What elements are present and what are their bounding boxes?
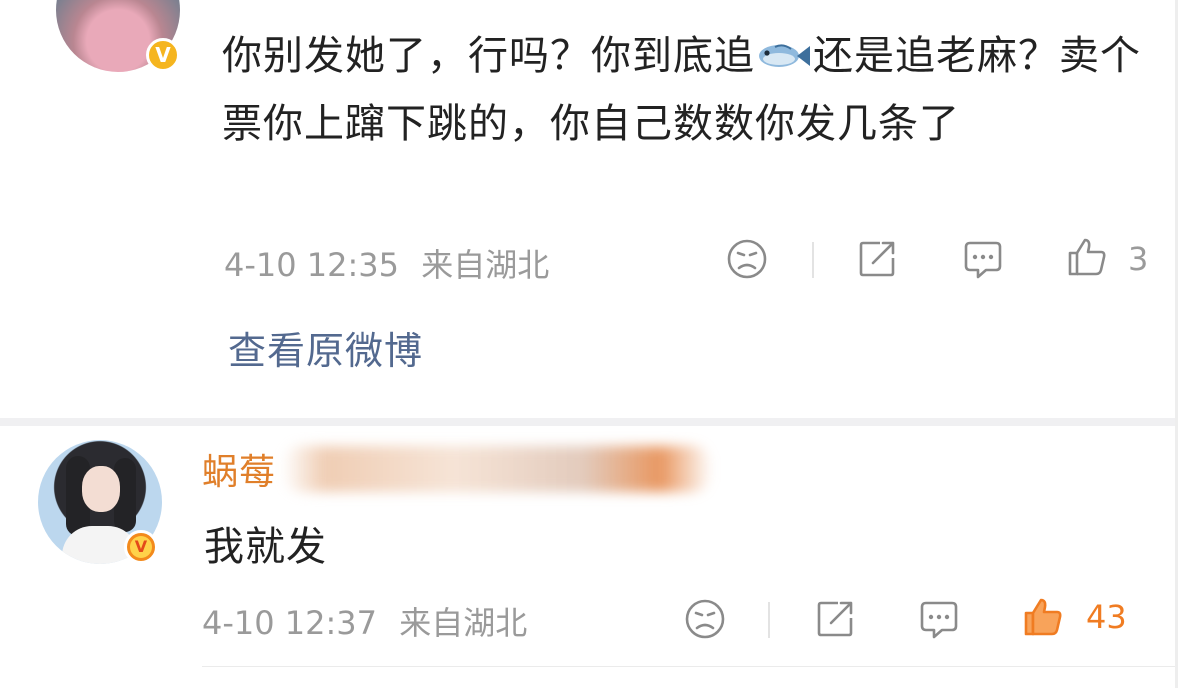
location: 来自湖北 [421, 246, 550, 284]
divider [202, 666, 1178, 667]
share-icon[interactable] [856, 238, 898, 280]
comment-card-1: V 你别发她了，行吗？你到底追 还是追老麻？卖个票你上蹿下跳的，你自己数数你发几… [0, 0, 1178, 418]
section-divider [0, 418, 1178, 426]
thumbs-up-icon[interactable] [1022, 596, 1064, 638]
blurred-username-overlay [282, 446, 713, 492]
action-divider [812, 242, 814, 278]
comment-meta: 4-10 12:37 来自湖北 [202, 598, 527, 644]
like-count: 3 [1128, 240, 1149, 278]
verified-badge-icon: V [124, 530, 158, 564]
timestamp: 4-10 12:35 [224, 246, 400, 284]
fish-emoji-icon [759, 44, 810, 67]
comment-icon[interactable] [918, 598, 960, 640]
location: 来自湖北 [399, 604, 528, 642]
timestamp: 4-10 12:37 [202, 604, 378, 642]
thumbs-up-icon[interactable] [1066, 236, 1108, 278]
sad-face-icon[interactable] [684, 598, 726, 640]
view-original-link[interactable]: 查看原微博 [228, 320, 423, 375]
verified-badge-icon: V [146, 38, 180, 72]
sad-face-icon[interactable] [726, 238, 768, 280]
username[interactable]: 蜗莓 [202, 444, 713, 494]
comment-text: 我就发 [204, 524, 327, 570]
like-count: 43 [1086, 598, 1127, 636]
share-icon[interactable] [814, 598, 856, 640]
comment-icon[interactable] [962, 238, 1004, 280]
comment-meta: 4-10 12:35 来自湖北 [224, 240, 549, 286]
action-divider [768, 602, 770, 638]
comment-text: 你别发她了，行吗？你到底追 还是追老麻？卖个票你上蹿下跳的，你自己数数你发几条了 [222, 33, 1141, 147]
